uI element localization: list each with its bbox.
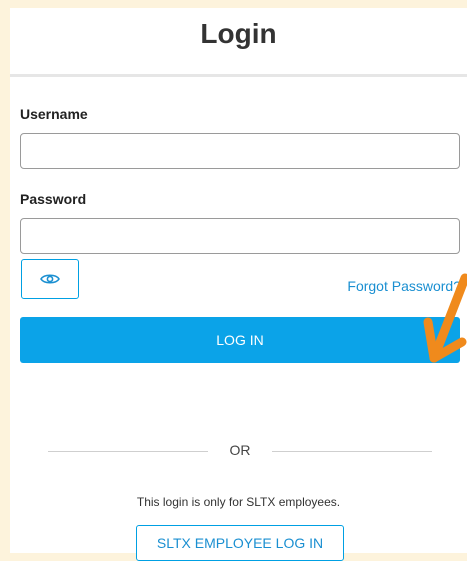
show-password-button[interactable] [21,259,79,299]
eye-icon [40,274,60,284]
employee-login-button[interactable]: SLTX EMPLOYEE LOG IN [136,525,344,561]
or-text: OR [229,442,251,458]
username-input[interactable] [20,133,460,169]
or-divider: OR [48,441,432,461]
forgot-password-link[interactable]: Forgot Password? [347,278,461,294]
employee-note: This login is only for SLTX employees. [136,495,341,509]
login-button[interactable]: LOG IN [20,317,460,363]
password-label: Password [20,191,87,207]
page-title: Login [200,18,277,49]
title-divider [10,74,467,77]
username-label: Username [20,106,88,122]
password-input[interactable] [20,218,460,254]
or-line-right [272,451,432,452]
login-card: Login Username Password Forgot Password?… [10,8,467,561]
